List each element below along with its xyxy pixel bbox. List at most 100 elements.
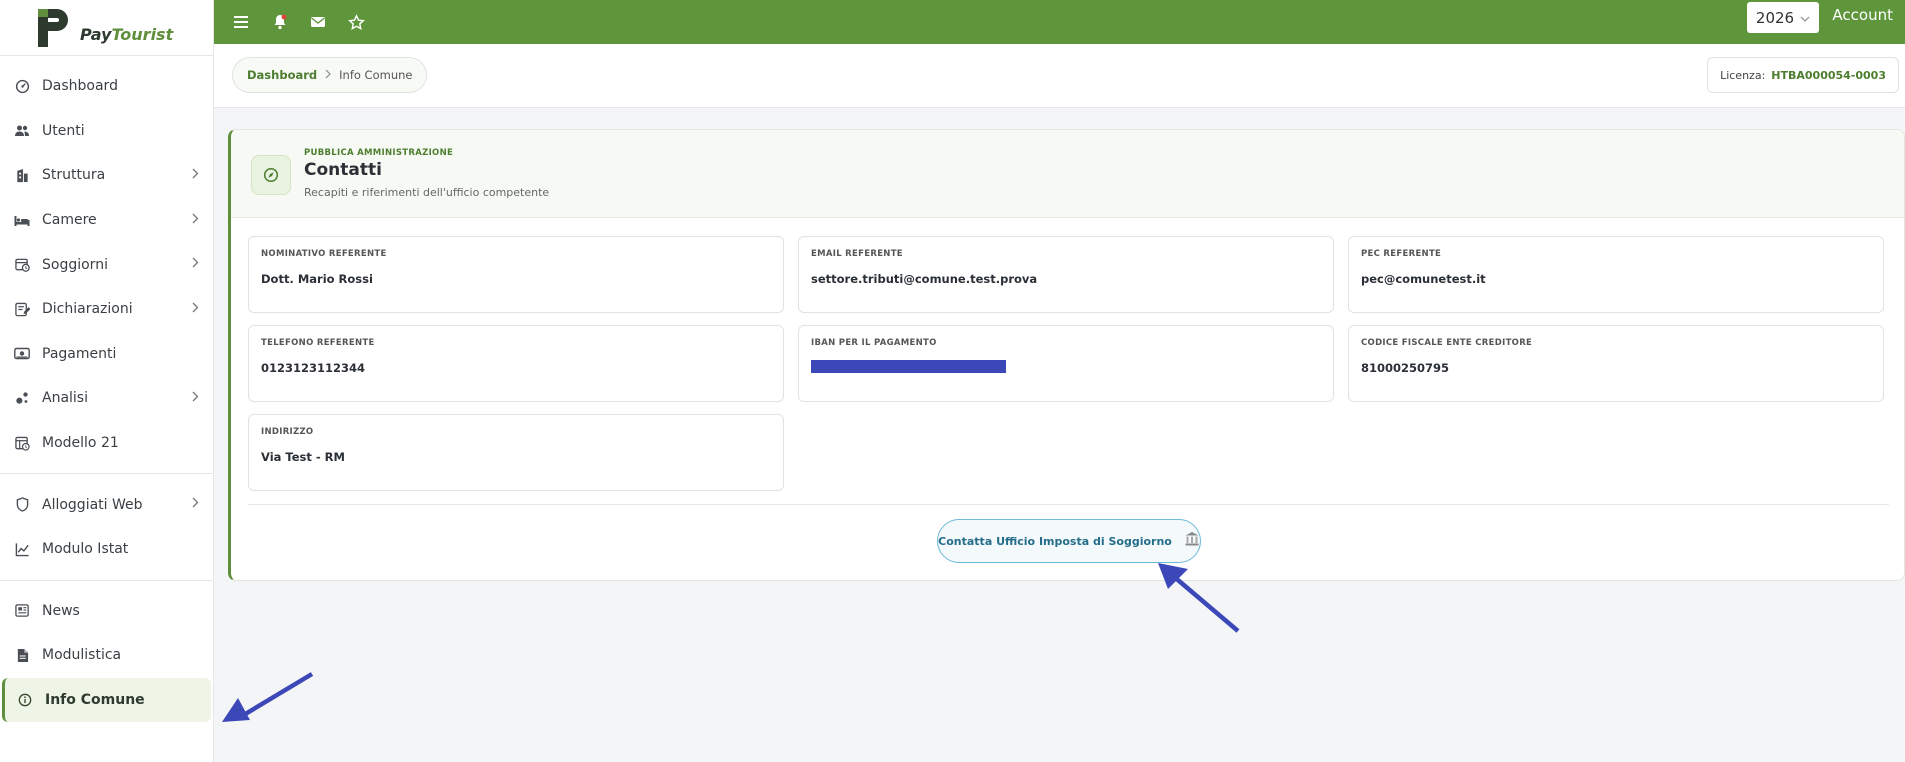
sidebar-item-soggiorni[interactable]: Soggiorni: [0, 242, 213, 287]
compass-icon: [251, 155, 291, 195]
field-label: PEC REFERENTE: [1361, 249, 1442, 259]
field-label: NOMINATIVO REFERENTE: [261, 249, 387, 259]
year-value: 2026: [1755, 8, 1795, 27]
sidebar-item-label: Struttura: [42, 167, 106, 184]
declaration-icon: [14, 301, 30, 317]
sidebar-item-label: Modulistica: [42, 647, 122, 664]
sidebar-item-news[interactable]: News: [0, 589, 213, 634]
bell-icon[interactable]: [272, 14, 288, 30]
news-icon: [14, 603, 30, 619]
field-value: Dott. Mario Rossi: [261, 272, 373, 286]
logo-text: PayTourist: [80, 25, 174, 44]
field-label: EMAIL REFERENTE: [811, 249, 903, 259]
annotation-arrow-button: [1158, 563, 1240, 633]
field-telefono-referente: TELEFONO REFERENTE 0123123112344: [248, 325, 784, 402]
chevron-down-icon: [1800, 9, 1810, 27]
card-kicker: PUBBLICA AMMINISTRAZIONE: [304, 148, 454, 158]
sidebar-item-label: Pagamenti: [42, 345, 117, 362]
sidebar-item-label: Modulo Istat: [42, 541, 129, 558]
chevron-right-icon: [192, 257, 199, 272]
chevron-right-icon: [192, 391, 199, 406]
license-label: Licenza:: [1720, 68, 1766, 82]
sidebar-item-label: Utenti: [42, 122, 85, 139]
building-icon: [14, 167, 30, 183]
chevron-right-icon: [192, 497, 199, 512]
sidebar-item-label: Camere: [42, 212, 97, 229]
bed-icon: [14, 212, 30, 228]
star-icon[interactable]: [348, 13, 365, 31]
field-indirizzo: INDIRIZZO Via Test - RM: [248, 414, 784, 491]
sidebar-item-label: Modello 21: [42, 435, 119, 452]
sidebar-item-label: News: [42, 602, 80, 619]
sidebar-group: Alloggiati Web Modulo Istat: [0, 474, 213, 581]
breadcrumb: Dashboard Info Comune: [232, 57, 428, 93]
field-value: 0123123112344: [261, 361, 366, 375]
sidebar-item-struttura[interactable]: Struttura: [0, 153, 213, 198]
account-menu[interactable]: Account: [1832, 6, 1893, 24]
card-title: Contatti: [304, 160, 382, 180]
field-value: Via Test - RM: [261, 450, 345, 464]
field-iban-per-il-pagamento: IBAN PER IL PAGAMENTO: [798, 325, 1334, 402]
card-header: PUBBLICA AMMINISTRAZIONE Contatti Recapi…: [231, 130, 1904, 218]
year-select[interactable]: 2026: [1747, 2, 1819, 33]
sidebar-item-modulistica[interactable]: Modulistica: [0, 633, 213, 678]
top-bar: 2026 Account: [214, 0, 1905, 44]
shield-icon: [14, 497, 30, 513]
contacts-card: PUBBLICA AMMINISTRAZIONE Contatti Recapi…: [228, 129, 1905, 581]
logo-mark-icon: [36, 8, 74, 47]
field-nominativo-referente: NOMINATIVO REFERENTE Dott. Mario Rossi: [248, 236, 784, 313]
sidebar-item-modulo-istat[interactable]: Modulo Istat: [0, 527, 213, 572]
field-label: CODICE FISCALE ENTE CREDITORE: [1361, 338, 1533, 348]
sidebar-item-info-comune[interactable]: Info Comune: [2, 677, 211, 723]
sidebar-group: News Modulistica Info Comune: [0, 581, 213, 731]
payment-icon: [14, 346, 30, 362]
sidebar-group: Dashboard Utenti Struttura Camere Soggiorni D…: [0, 56, 213, 475]
info-icon: [17, 692, 33, 708]
field-pec-referente: PEC REFERENTE pec@comunetest.it: [1348, 236, 1884, 313]
chevron-right-icon: [192, 302, 199, 317]
sidebar-item-alloggiati-web[interactable]: Alloggiati Web: [0, 482, 213, 527]
breadcrumb-dashboard-link[interactable]: Dashboard: [247, 68, 317, 82]
sidebar-item-label: Dichiarazioni: [42, 301, 133, 318]
calendar-clock-icon: [14, 257, 30, 273]
contact-office-label: Contatta Ufficio Imposta di Soggiorno: [938, 534, 1172, 548]
model-icon: [14, 435, 30, 451]
field-value: settore.tributi@comune.test.prova: [811, 272, 1038, 286]
annotation-arrow-sidebar: [222, 672, 314, 722]
divider: [248, 504, 1889, 505]
mail-icon[interactable]: [310, 15, 326, 29]
breadcrumb-separator-icon: [325, 68, 331, 82]
sidebar-item-utenti[interactable]: Utenti: [0, 109, 213, 154]
license-value: HTBA000054-0003: [1771, 68, 1886, 82]
license-badge: Licenza: HTBA000054-0003: [1707, 57, 1899, 93]
document-icon: [14, 647, 30, 663]
sidebar-item-modello-21[interactable]: Modello 21: [0, 421, 213, 466]
sidebar-item-label: Info Comune: [45, 692, 145, 709]
sidebar-item-pagamenti[interactable]: Pagamenti: [0, 332, 213, 377]
field-value: 81000250795: [1361, 361, 1450, 375]
logo[interactable]: PayTourist: [0, 0, 213, 56]
chevron-right-icon: [192, 213, 199, 228]
bank-icon: [1184, 531, 1200, 551]
sidebar-nav: Dashboard Utenti Struttura Camere Soggiorni D…: [0, 56, 213, 730]
sidebar-item-label: Dashboard: [42, 78, 118, 95]
field-label: INDIRIZZO: [261, 427, 314, 437]
sidebar-item-dichiarazioni[interactable]: Dichiarazioni: [0, 287, 213, 332]
breadcrumb-current: Info Comune: [339, 68, 413, 82]
sidebar: PayTourist Dashboard Utenti Struttura Camer…: [0, 0, 214, 762]
chevron-right-icon: [192, 168, 199, 183]
sidebar-item-dashboard[interactable]: Dashboard: [0, 64, 213, 109]
sidebar-item-analisi[interactable]: Analisi: [0, 376, 213, 421]
chart-icon: [14, 541, 30, 557]
sidebar-item-camere[interactable]: Camere: [0, 198, 213, 243]
field-email-referente: EMAIL REFERENTE settore.tributi@comune.te…: [798, 236, 1334, 313]
sidebar-item-label: Soggiorni: [42, 256, 108, 273]
contact-fields: NOMINATIVO REFERENTE Dott. Mario Rossi EMA…: [248, 236, 1889, 491]
field-value: pec@comunetest.it: [1361, 272, 1486, 286]
sidebar-item-label: Analisi: [42, 390, 88, 407]
menu-icon[interactable]: [234, 15, 250, 29]
field-label: IBAN PER IL PAGAMENTO: [811, 338, 937, 348]
sub-header: Dashboard Info Comune Licenza: HTBA00005…: [214, 44, 1905, 108]
analytics-icon: [14, 390, 30, 406]
redacted-value: [811, 360, 1006, 373]
